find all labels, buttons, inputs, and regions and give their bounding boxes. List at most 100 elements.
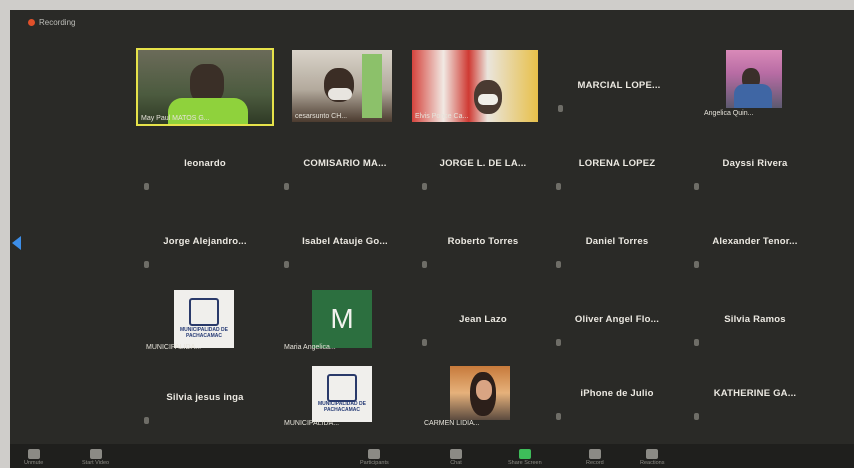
- participant-tile[interactable]: Jean Lazo: [414, 282, 552, 356]
- participant-logo-tile[interactable]: MUNICIPALIDAD DE PACHACAMAC: [174, 290, 234, 348]
- background-flag: [362, 54, 382, 118]
- unmute-label: Unmute: [24, 460, 44, 466]
- participant-name: JORGE L. DE LA...: [439, 157, 527, 169]
- muted-mic-icon: [694, 339, 699, 346]
- muted-mic-icon: [284, 261, 289, 268]
- participants-icon: [368, 449, 381, 459]
- participant-name: COMISARIO MA...: [303, 157, 387, 169]
- meeting-window: Recording May Paul MATOS G... cesarsunto…: [10, 10, 854, 468]
- chat-icon: [450, 449, 462, 459]
- participant-tile[interactable]: leonardo: [136, 126, 274, 200]
- municipal-emblem-icon: [189, 298, 219, 327]
- video-tile[interactable]: cesarsunto CH...: [292, 50, 392, 122]
- participant-tile[interactable]: Dayssi Rivera: [686, 126, 824, 200]
- participant-tile[interactable]: COMISARIO MA...: [276, 126, 414, 200]
- participant-face: [476, 380, 492, 400]
- video-tile[interactable]: [450, 366, 510, 420]
- muted-mic-icon: [556, 339, 561, 346]
- participant-name: MARCIAL LOPE...: [577, 79, 661, 91]
- participant-tile[interactable]: Isabel Atauje Go...: [276, 204, 414, 278]
- participant-tile[interactable]: JORGE L. DE LA...: [414, 126, 552, 200]
- muted-mic-icon: [422, 339, 427, 346]
- logo-text: MUNICIPALIDAD DE PACHACAMAC: [180, 327, 228, 339]
- muted-mic-icon: [556, 261, 561, 268]
- participant-tile[interactable]: Daniel Torres: [548, 204, 686, 278]
- logo-text: MUNICIPALIDAD DE PACHACAMAC: [318, 401, 366, 413]
- video-tile-active-speaker[interactable]: May Paul MATOS G...: [136, 48, 274, 126]
- participant-name: Silvia Ramos: [724, 313, 786, 325]
- record-button[interactable]: Record: [586, 449, 604, 466]
- video-tile[interactable]: Elvis Ponce Ca...: [412, 50, 538, 122]
- participant-name: Maria Angelica...: [284, 344, 336, 351]
- reactions-button[interactable]: Reactions: [640, 449, 664, 466]
- participant-name: Dayssi Rivera: [722, 157, 788, 169]
- start-video-button[interactable]: Start Video: [82, 449, 109, 466]
- participant-name: LORENA LOPEZ: [578, 157, 656, 169]
- share-screen-icon: [518, 449, 531, 459]
- participant-tile[interactable]: iPhone de Julio: [548, 356, 686, 430]
- participant-name: MUNICIPALIDA...: [284, 420, 340, 427]
- recording-indicator: Recording: [28, 18, 75, 27]
- participant-avatar-tile[interactable]: M: [312, 290, 372, 348]
- participant-name: leonardo: [184, 157, 226, 169]
- participant-name: Elvis Ponce Ca...: [415, 113, 469, 120]
- participant-name: cesarsunto CH...: [295, 113, 348, 120]
- participant-mask: [328, 88, 352, 100]
- avatar-letter: M: [330, 303, 354, 334]
- participant-body: [734, 84, 772, 108]
- participant-name: KATHERINE GA...: [713, 387, 797, 399]
- participant-tile[interactable]: Roberto Torres: [414, 204, 552, 278]
- participant-tile[interactable]: Oliver Angel Flo...: [548, 282, 686, 356]
- participant-tile[interactable]: Alexander Tenor...: [686, 204, 824, 278]
- participant-tile[interactable]: Silvia jesus inga: [136, 360, 274, 434]
- participant-tile[interactable]: LORENA LOPEZ: [548, 126, 686, 200]
- participant-tile[interactable]: Silvia Ramos: [686, 282, 824, 356]
- camera-icon: [89, 449, 102, 459]
- reactions-icon: [646, 449, 659, 459]
- participant-logo-tile[interactable]: MUNICIPALIDAD DE PACHACAMAC: [312, 366, 372, 422]
- start-video-label: Start Video: [82, 460, 110, 466]
- participant-name: Alexander Tenor...: [712, 235, 798, 247]
- share-screen-button[interactable]: Share Screen: [508, 449, 542, 466]
- participant-name: iPhone de Julio: [580, 387, 654, 399]
- participant-tile[interactable]: Jorge Alejandro...: [136, 204, 274, 278]
- participant-name: Oliver Angel Flo...: [574, 313, 660, 325]
- participant-tile[interactable]: KATHERINE GA...: [686, 356, 824, 430]
- muted-mic-icon: [144, 183, 149, 190]
- participant-name: Jean Lazo: [459, 313, 507, 325]
- previous-page-arrow-icon[interactable]: [12, 236, 21, 250]
- participant-name: Silvia jesus inga: [166, 391, 244, 403]
- muted-mic-icon: [556, 183, 561, 190]
- muted-mic-icon: [694, 413, 699, 420]
- participant-name: Daniel Torres: [585, 235, 649, 247]
- meeting-toolbar: Unmute Start Video Participants Chat Sha…: [10, 444, 854, 468]
- recording-label: Recording: [39, 18, 76, 27]
- participant-name: Angelica Quin...: [704, 110, 754, 117]
- unmute-button[interactable]: Unmute: [24, 449, 43, 466]
- participant-name: Roberto Torres: [447, 235, 519, 247]
- share-screen-label: Share Screen: [508, 460, 542, 466]
- muted-mic-icon: [556, 413, 561, 420]
- record-label: Record: [586, 460, 604, 466]
- municipal-emblem-icon: [327, 373, 357, 402]
- record-icon: [588, 449, 601, 459]
- chat-button[interactable]: Chat: [450, 449, 462, 466]
- muted-mic-icon: [144, 261, 149, 268]
- participants-button[interactable]: Participants: [360, 449, 389, 466]
- muted-mic-icon: [694, 183, 699, 190]
- participant-name: Isabel Atauje Go...: [302, 235, 388, 247]
- participant-name: May Paul MATOS G...: [141, 115, 210, 122]
- muted-mic-icon: [144, 417, 149, 424]
- muted-mic-icon: [558, 105, 563, 112]
- muted-mic-icon: [284, 183, 289, 190]
- recording-icon: [28, 19, 35, 26]
- participants-label: Participants: [360, 460, 389, 466]
- participant-name: CARMEN LIDIA...: [424, 420, 480, 427]
- participant-tile[interactable]: MARCIAL LOPE...: [550, 48, 688, 122]
- participant-name: MUNICIPALIDA...: [146, 344, 202, 351]
- video-tile[interactable]: [726, 50, 782, 108]
- microphone-icon: [27, 449, 40, 459]
- chat-label: Chat: [450, 460, 462, 466]
- participant-name: Jorge Alejandro...: [163, 235, 247, 247]
- muted-mic-icon: [694, 261, 699, 268]
